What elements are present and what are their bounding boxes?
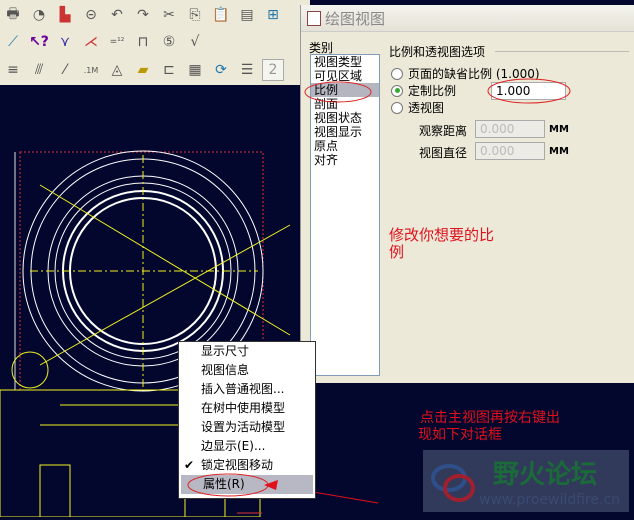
category-item[interactable]: 视图显示 [311, 125, 379, 139]
paste-special-icon[interactable]: ▤ [236, 4, 258, 26]
line-style-icon[interactable]: ⁄ [54, 59, 76, 81]
constraint-icon[interactable]: ⋌ [80, 31, 102, 53]
annotation-click-line2: 现如下对话框 [418, 427, 502, 443]
menu-item-label: 锁定视图移动 [201, 458, 274, 472]
category-item[interactable]: 原点 [311, 139, 379, 153]
redo-icon[interactable]: ↷ [132, 4, 154, 26]
watermark-url: www.proewildfire.cn [479, 492, 621, 508]
radio-label: 定制比例 [408, 84, 457, 98]
radio-custom-scale[interactable]: 定制比例 [391, 82, 456, 99]
tree-icon[interactable]: ⊞ [262, 4, 284, 26]
category-item[interactable]: 视图类型 [311, 55, 379, 69]
attach-icon[interactable]: ◔ [28, 4, 50, 26]
symbol-folder-icon[interactable]: ▰ [132, 59, 154, 81]
link-icon[interactable]: ⊝ [80, 4, 102, 26]
menu-item[interactable]: 在树中使用模型 [179, 399, 315, 418]
view-diameter-label: 视图直径 [419, 146, 468, 160]
dialog-title: 绘图视图 [325, 9, 386, 28]
dialog-icon [307, 10, 321, 26]
arrow-head [264, 480, 278, 490]
paste-icon[interactable]: 📋 [210, 4, 232, 26]
balloon-icon[interactable]: ⑤ [158, 31, 180, 53]
radio-label: 透视图 [408, 101, 445, 115]
group-divider [495, 51, 629, 52]
drawing-view-dialog: 绘图视图 类别 视图类型 可见区域 比例 剖面 视图状态 视图显示 原点 对齐 … [300, 5, 634, 383]
dim-text-field[interactable]: 2 [262, 59, 284, 81]
toolbar: 🖶 ◔ ▙ ⊝ ↶ ↷ ✂ ⎘ 📋 ▤ ⊞ ⟋ ↖? ⋎ ⋌ =¹² ⊓ ⑤ √… [0, 0, 310, 85]
highlight-ellipse [304, 81, 372, 103]
group-title: 比例和透视图选项 [389, 45, 486, 59]
annotation-modify-scale: 修改你想要的比 例 [389, 226, 495, 261]
table-icon[interactable]: ▦ [184, 59, 206, 81]
view-distance-input[interactable]: 0.000 [475, 120, 545, 138]
move-icon[interactable]: ⊏ [158, 59, 180, 81]
surface-finish-icon[interactable]: √ [184, 31, 206, 53]
settings-icon[interactable]: ☰ [236, 59, 258, 81]
ordinate-icon[interactable]: ⊓ [132, 31, 154, 53]
menu-item[interactable]: 插入普通视图... [179, 380, 315, 399]
print-icon[interactable]: 🖶 [2, 4, 24, 26]
category-item[interactable]: 视图状态 [311, 111, 379, 125]
copy-icon[interactable]: ⎘ [184, 4, 206, 26]
erase-icon[interactable]: ▙ [54, 4, 76, 26]
note-icon[interactable]: ≡ [2, 59, 24, 81]
watermark-name: 野火论坛 [493, 460, 598, 490]
view-diameter-input[interactable]: 0.000 [475, 142, 545, 160]
dialog-titlebar[interactable]: 绘图视图 [301, 5, 634, 32]
cut-icon[interactable]: ✂ [158, 4, 180, 26]
annotation-click-line1: 点击主视图再按右键出 [420, 410, 560, 426]
menu-item[interactable]: 边显示(E)... [179, 437, 315, 456]
menu-item[interactable]: 设置为活动模型 [179, 418, 315, 437]
table-refresh-icon[interactable]: ⟳ [210, 59, 232, 81]
view-distance-label: 观察距离 [419, 124, 468, 138]
watermark-logo: 野火论坛 www.proewildfire.cn [423, 450, 629, 512]
unit-label: MM [549, 146, 569, 157]
logo-mark-icon [431, 464, 475, 502]
sketch-icon[interactable]: ⋎ [54, 31, 76, 53]
highlight-ellipse [487, 78, 571, 104]
unit-label: MM [549, 124, 569, 135]
help-icon[interactable]: ↖? [28, 31, 50, 53]
radio-perspective[interactable]: 透视图 [391, 99, 444, 116]
measure-icon[interactable]: ⟋ [2, 31, 24, 53]
menu-item[interactable]: 显示尺寸 [179, 342, 315, 361]
category-item[interactable]: 对齐 [311, 153, 379, 167]
highlight-ellipse [187, 473, 269, 497]
symbol-icon[interactable]: ◬ [106, 59, 128, 81]
hatch-icon[interactable]: ⫻ [28, 59, 50, 81]
menu-item[interactable]: 视图信息 [179, 361, 315, 380]
undo-icon[interactable]: ↶ [106, 4, 128, 26]
dimension-icon[interactable]: =¹² [106, 31, 128, 53]
scale-icon[interactable]: .1M [80, 59, 102, 81]
